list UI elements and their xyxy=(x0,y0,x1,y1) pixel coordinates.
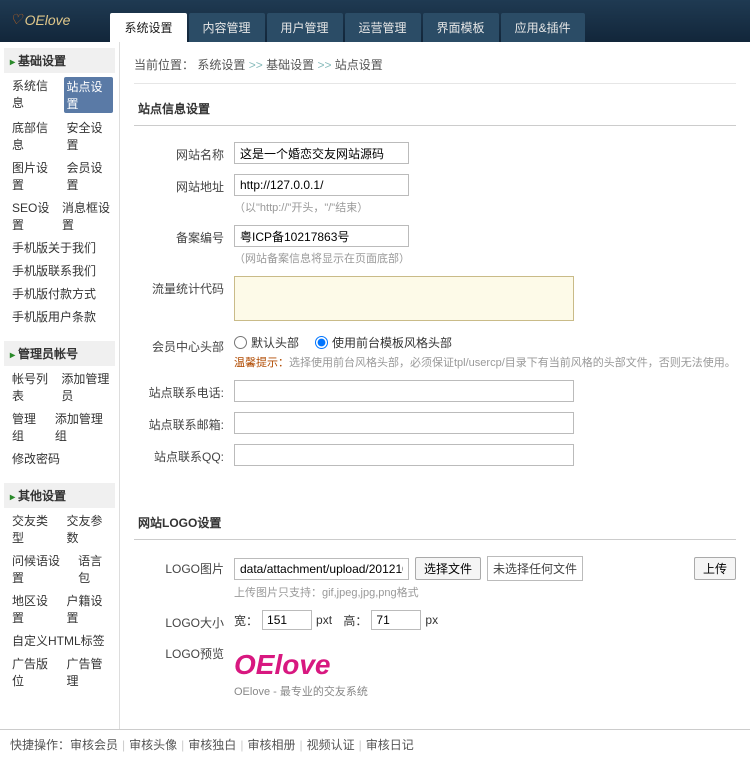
label-site-name: 网站名称 xyxy=(134,142,234,163)
sidebar-item[interactable]: 手机版联系我们 xyxy=(12,264,96,278)
section-site-title: 站点信息设置 xyxy=(134,92,736,126)
radio-label-tpl: 使用前台模板风格头部 xyxy=(332,334,452,351)
footer-link[interactable]: 视频认证 xyxy=(307,738,355,752)
radio-head-tpl[interactable] xyxy=(315,336,328,349)
sidebar-section-title: 管理员帐号 xyxy=(4,341,115,366)
sidebar-item[interactable]: 手机版关于我们 xyxy=(12,241,96,255)
sidebar-item[interactable]: 广告管理 xyxy=(67,655,114,689)
breadcrumb: 当前位置： 系统设置 >> 基础设置 >> 站点设置 xyxy=(134,50,736,84)
input-icp[interactable] xyxy=(234,225,409,247)
footer-link[interactable]: 审核相册 xyxy=(247,738,295,752)
tab-5[interactable]: 应用&插件 xyxy=(501,13,585,42)
sidebar-section-title: 基础设置 xyxy=(4,48,115,73)
input-site-url[interactable] xyxy=(234,174,409,196)
sidebar-item[interactable]: 添加管理员 xyxy=(61,370,113,404)
tab-2[interactable]: 用户管理 xyxy=(267,13,343,42)
label-contact-qq: 站点联系QQ: xyxy=(134,444,234,465)
hint-site-url: （以"http://"开头，"/"结束） xyxy=(234,199,736,215)
radio-label-default: 默认头部 xyxy=(251,334,299,351)
sidebar: 基础设置系统信息站点设置底部信息安全设置图片设置会员设置 SEO设置消息框设置手机… xyxy=(0,42,120,729)
sidebar-item[interactable]: 图片设置 xyxy=(12,159,59,193)
brand-logo: ♡ OElove xyxy=(10,11,110,42)
sidebar-item[interactable]: 消息框设置 xyxy=(62,199,113,233)
sidebar-item[interactable]: 交友类型 xyxy=(12,512,59,546)
sidebar-item[interactable]: 手机版付款方式 xyxy=(12,287,96,301)
textarea-stat[interactable] xyxy=(234,276,574,321)
section-logo-title: 网站LOGO设置 xyxy=(134,506,736,540)
footer-link[interactable]: 审核会员 xyxy=(70,738,118,752)
label-logo-preview: LOGO预览 xyxy=(134,641,234,662)
main-tabs: 系统设置内容管理用户管理运营管理界面模板应用&插件 xyxy=(110,13,586,42)
footer: 快捷操作：审核会员|审核头像|审核独白|审核相册|视频认证|审核日记 xyxy=(0,729,750,759)
sidebar-item[interactable]: 户籍设置 xyxy=(67,592,114,626)
sidebar-item[interactable]: 广告版位 xyxy=(12,655,59,689)
sidebar-item[interactable]: 站点设置 xyxy=(64,77,114,113)
footer-link[interactable]: 审核日记 xyxy=(366,738,414,752)
sidebar-item[interactable]: 地区设置 xyxy=(12,592,59,626)
footer-link[interactable]: 审核独白 xyxy=(188,738,236,752)
choose-file-button[interactable]: 选择文件 xyxy=(415,557,481,580)
upload-button[interactable]: 上传 xyxy=(694,557,736,580)
label-member-head: 会员中心头部 xyxy=(134,334,234,355)
sidebar-item[interactable]: 系统信息 xyxy=(12,77,56,113)
sidebar-item[interactable]: 自定义HTML标签 xyxy=(12,634,105,648)
label-contact-tel: 站点联系电话: xyxy=(134,380,234,401)
hint-icp: （网站备案信息将显示在页面底部） xyxy=(234,250,736,266)
sidebar-item[interactable]: 底部信息 xyxy=(12,119,59,153)
sidebar-item[interactable]: 修改密码 xyxy=(12,452,60,466)
tab-0[interactable]: 系统设置 xyxy=(110,13,186,42)
hint-member-head: 温馨提示：选择使用前台风格头部，必须保证tpl/usercp/目录下有当前风格的… xyxy=(234,354,736,370)
tab-4[interactable]: 界面模板 xyxy=(423,13,499,42)
sidebar-section-title: 其他设置 xyxy=(4,483,115,508)
sidebar-item[interactable]: 手机版用户条款 xyxy=(12,310,96,324)
sidebar-item[interactable]: 交友参数 xyxy=(67,512,114,546)
label-site-url: 网站地址 xyxy=(134,174,234,195)
input-site-name[interactable] xyxy=(234,142,409,164)
file-status: 未选择任何文件 xyxy=(487,556,583,581)
sidebar-item[interactable]: 问候语设置 xyxy=(12,552,70,586)
sidebar-item[interactable]: 添加管理组 xyxy=(55,410,113,444)
radio-head-default[interactable] xyxy=(234,336,247,349)
sidebar-item[interactable]: 安全设置 xyxy=(67,119,114,153)
sidebar-item[interactable]: SEO设置 xyxy=(12,199,54,233)
label-stat: 流量统计代码 xyxy=(134,276,234,297)
input-logo-path[interactable] xyxy=(234,558,409,580)
footer-link[interactable]: 审核头像 xyxy=(129,738,177,752)
sidebar-item[interactable]: 会员设置 xyxy=(67,159,114,193)
label-logo-img: LOGO图片 xyxy=(134,556,234,577)
tab-1[interactable]: 内容管理 xyxy=(189,13,265,42)
label-icp: 备案编号 xyxy=(134,225,234,246)
heart-icon: ♡ xyxy=(10,11,23,28)
hint-logo-img: 上传图片只支持：gif,jpeg,jpg,png格式 xyxy=(234,584,736,600)
tab-3[interactable]: 运营管理 xyxy=(345,13,421,42)
logo-preview-image: OElove OElove - 最专业的交友系统 xyxy=(234,649,736,699)
sidebar-item[interactable]: 管理组 xyxy=(12,410,47,444)
label-contact-mail: 站点联系邮箱: xyxy=(134,412,234,433)
input-contact-qq[interactable] xyxy=(234,444,574,466)
sidebar-item[interactable]: 帐号列表 xyxy=(12,370,53,404)
sidebar-item[interactable]: 语言包 xyxy=(78,552,113,586)
input-logo-width[interactable] xyxy=(262,610,312,630)
input-contact-tel[interactable] xyxy=(234,380,574,402)
label-logo-size: LOGO大小 xyxy=(134,610,234,631)
input-logo-height[interactable] xyxy=(371,610,421,630)
input-contact-mail[interactable] xyxy=(234,412,574,434)
